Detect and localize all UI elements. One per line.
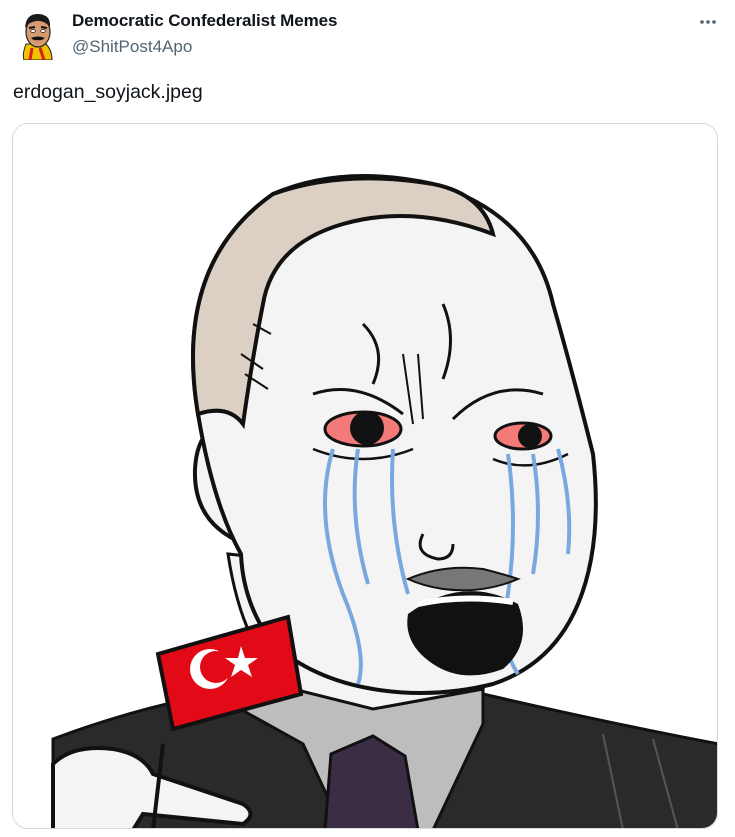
more-horizontal-icon bbox=[700, 20, 716, 24]
avatar-cartoon-man-icon bbox=[22, 13, 53, 60]
tweet-media-image[interactable] bbox=[12, 123, 718, 829]
author-handle[interactable]: @ShitPost4Apo bbox=[72, 37, 192, 57]
tweet: Democratic Confederalist Memes @ShitPost… bbox=[0, 0, 735, 837]
more-options-button[interactable] bbox=[690, 6, 726, 38]
soyjak-meme-image bbox=[13, 124, 717, 828]
author-avatar[interactable] bbox=[14, 8, 60, 60]
tweet-text: erdogan_soyjack.jpeg bbox=[13, 81, 203, 103]
author-display-name[interactable]: Democratic Confederalist Memes bbox=[72, 11, 337, 31]
